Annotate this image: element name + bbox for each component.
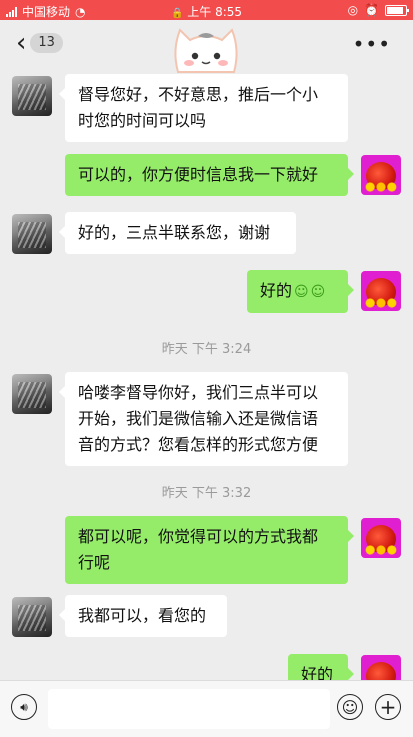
message-bubble-incoming[interactable]: 督导您好，不好意思，推后一个小 时您的时间可以吗: [59, 74, 348, 142]
contact-avatar[interactable]: [12, 76, 52, 116]
message-list[interactable]: 督导您好，不好意思，推后一个小 时您的时间可以吗 可以的，你方便时信息我一下就好…: [0, 66, 413, 680]
status-time: 上午 8:55: [187, 5, 243, 19]
emoji-icon: ☺: [341, 697, 359, 717]
message-text-line: 音的方式？您看怎样的形式您方便: [78, 435, 319, 454]
message-text: 好的，三点半联系您，谢谢: [78, 223, 271, 242]
my-avatar[interactable]: [361, 655, 401, 680]
message-input[interactable]: [48, 689, 330, 729]
chat-header: ‹ 13 •••: [0, 20, 413, 73]
message-bubble-incoming[interactable]: 哈喽李督导你好，我们三点半可以 开始，我们是微信输入还是微信语 音的方式？您看怎…: [59, 372, 348, 466]
smile-emoji-icon: ☺: [294, 283, 309, 300]
my-avatar[interactable]: [361, 155, 401, 195]
contact-avatar[interactable]: [12, 597, 52, 637]
message-bubble-outgoing[interactable]: 好的 ☺ ☺: [247, 270, 354, 313]
contact-avatar[interactable]: [12, 374, 52, 414]
message-text: 我都可以，看您的: [78, 606, 207, 625]
more-functions-button[interactable]: +: [375, 694, 401, 720]
message-bubble-outgoing[interactable]: 都可以呢，你觉得可以的方式我都 行呢: [65, 516, 354, 584]
battery-icon: [385, 4, 409, 16]
alarm-icon: ⏰: [364, 3, 379, 17]
unread-count-badge: 13: [30, 33, 63, 53]
timestamp-divider: 昨天 下午 3:24: [161, 342, 252, 357]
status-bar: 中国移动 ◔ 🔒 上午 8:55 ◎ ⏰: [0, 0, 413, 20]
plus-icon: +: [379, 695, 397, 719]
message-text-line: 时您的时间可以吗: [78, 111, 207, 130]
message-bubble-outgoing[interactable]: 可以的，你方便时信息我一下就好: [65, 154, 354, 196]
back-button[interactable]: ‹ 13: [16, 30, 63, 56]
message-text-line: 哈喽李督导你好，我们三点半可以: [78, 383, 319, 402]
my-avatar[interactable]: [361, 271, 401, 311]
rotation-lock-icon: ◎: [347, 3, 359, 17]
emoji-button[interactable]: ☺: [337, 694, 363, 720]
voice-icon: 🔊︎: [20, 699, 28, 714]
contact-avatar[interactable]: [12, 214, 52, 254]
chevron-left-icon: ‹: [16, 28, 27, 58]
lock-icon: 🔒: [170, 8, 184, 19]
smile-emoji-icon: ☺: [310, 283, 326, 300]
message-bubble-incoming[interactable]: 我都可以，看您的: [59, 595, 227, 637]
message-text: 好的: [301, 665, 334, 680]
message-text-line: 都可以呢，你觉得可以的方式我都: [78, 527, 319, 546]
message-text-line: 开始，我们是微信输入还是微信语: [78, 409, 319, 428]
message-text-line: 督导您好，不好意思，推后一个小: [78, 85, 319, 104]
input-bar: 🔊︎ ☺ +: [0, 680, 413, 737]
voice-button[interactable]: 🔊︎: [11, 694, 37, 720]
message-text-line: 行呢: [78, 553, 111, 572]
more-options-button[interactable]: •••: [353, 32, 391, 56]
message-text: 好的: [260, 281, 293, 300]
my-avatar[interactable]: [361, 518, 401, 558]
timestamp-divider: 昨天 下午 3:32: [161, 486, 252, 501]
message-bubble-incoming[interactable]: 好的，三点半联系您，谢谢: [59, 212, 296, 254]
message-text: 可以的，你方便时信息我一下就好: [78, 165, 319, 184]
message-bubble-outgoing[interactable]: 好的: [288, 654, 354, 680]
